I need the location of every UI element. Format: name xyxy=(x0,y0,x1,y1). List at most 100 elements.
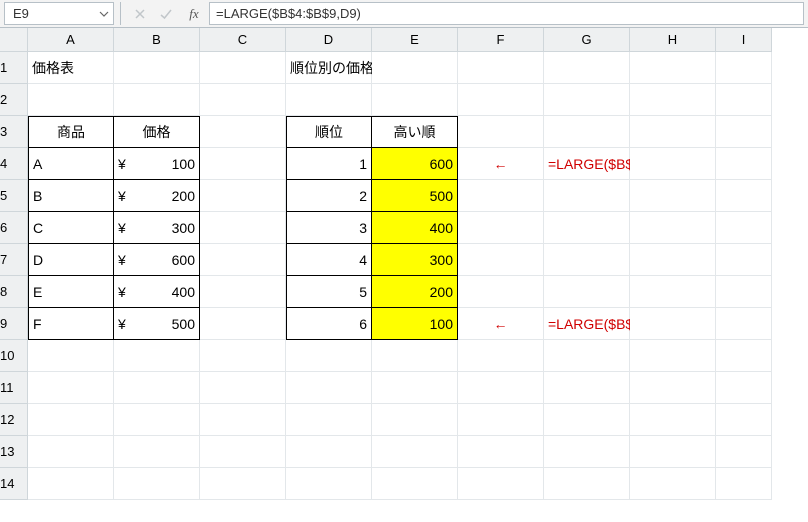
cell-E11[interactable] xyxy=(372,372,458,404)
cell-D9[interactable]: 6 xyxy=(286,308,372,340)
col-header-B[interactable]: B xyxy=(114,28,200,52)
cell-C12[interactable] xyxy=(200,404,286,436)
cell-I8[interactable] xyxy=(716,276,772,308)
cell-D1[interactable]: 順位別の価格 xyxy=(286,52,372,84)
cell-F4[interactable]: ← xyxy=(458,148,544,180)
cell-H2[interactable] xyxy=(630,84,716,116)
cell-H9[interactable] xyxy=(630,308,716,340)
cell-D3[interactable]: 順位 xyxy=(286,116,372,148)
cell-H1[interactable] xyxy=(630,52,716,84)
cell-I11[interactable] xyxy=(716,372,772,404)
col-header-G[interactable]: G xyxy=(544,28,630,52)
cell-I5[interactable] xyxy=(716,180,772,212)
cell-H8[interactable] xyxy=(630,276,716,308)
cell-A9[interactable]: F xyxy=(28,308,114,340)
cell-D6[interactable]: 3 xyxy=(286,212,372,244)
cell-B1[interactable] xyxy=(114,52,200,84)
cell-A10[interactable] xyxy=(28,340,114,372)
cell-C6[interactable] xyxy=(200,212,286,244)
cell-B4[interactable]: ¥100 xyxy=(114,148,200,180)
cell-H13[interactable] xyxy=(630,436,716,468)
cell-C5[interactable] xyxy=(200,180,286,212)
row-header-12[interactable]: 12 xyxy=(0,404,28,436)
row-header-8[interactable]: 8 xyxy=(0,276,28,308)
cell-C10[interactable] xyxy=(200,340,286,372)
cell-H3[interactable] xyxy=(630,116,716,148)
row-header-3[interactable]: 3 xyxy=(0,116,28,148)
col-header-A[interactable]: A xyxy=(28,28,114,52)
cell-I6[interactable] xyxy=(716,212,772,244)
cell-C3[interactable] xyxy=(200,116,286,148)
cell-I4[interactable] xyxy=(716,148,772,180)
cell-G2[interactable] xyxy=(544,84,630,116)
cell-C11[interactable] xyxy=(200,372,286,404)
row-header-6[interactable]: 6 xyxy=(0,212,28,244)
cell-G11[interactable] xyxy=(544,372,630,404)
col-header-E[interactable]: E xyxy=(372,28,458,52)
cell-I3[interactable] xyxy=(716,116,772,148)
select-all-corner[interactable] xyxy=(0,28,28,52)
cell-G8[interactable] xyxy=(544,276,630,308)
cell-G13[interactable] xyxy=(544,436,630,468)
cell-F7[interactable] xyxy=(458,244,544,276)
column-headers[interactable]: ABCDEFGHI xyxy=(28,28,772,52)
cell-D4[interactable]: 1 xyxy=(286,148,372,180)
cell-G10[interactable] xyxy=(544,340,630,372)
cell-F12[interactable] xyxy=(458,404,544,436)
cell-B2[interactable] xyxy=(114,84,200,116)
chevron-down-icon[interactable] xyxy=(99,9,109,19)
cell-D10[interactable] xyxy=(286,340,372,372)
cell-I1[interactable] xyxy=(716,52,772,84)
cell-A14[interactable] xyxy=(28,468,114,500)
col-header-I[interactable]: I xyxy=(716,28,772,52)
cell-E8[interactable]: 200 xyxy=(372,276,458,308)
cell-C2[interactable] xyxy=(200,84,286,116)
cell-F8[interactable] xyxy=(458,276,544,308)
cell-B10[interactable] xyxy=(114,340,200,372)
cell-C7[interactable] xyxy=(200,244,286,276)
cell-E14[interactable] xyxy=(372,468,458,500)
row-header-7[interactable]: 7 xyxy=(0,244,28,276)
cell-E13[interactable] xyxy=(372,436,458,468)
cell-B11[interactable] xyxy=(114,372,200,404)
cell-I13[interactable] xyxy=(716,436,772,468)
cell-I10[interactable] xyxy=(716,340,772,372)
cell-H7[interactable] xyxy=(630,244,716,276)
cell-A11[interactable] xyxy=(28,372,114,404)
row-header-14[interactable]: 14 xyxy=(0,468,28,500)
cell-F5[interactable] xyxy=(458,180,544,212)
cell-G4[interactable]: =LARGE($B$4:$B$9,D4) xyxy=(544,148,630,180)
cell-F11[interactable] xyxy=(458,372,544,404)
cell-E9[interactable]: 100 xyxy=(372,308,458,340)
cell-D2[interactable] xyxy=(286,84,372,116)
cell-I9[interactable] xyxy=(716,308,772,340)
cell-A1[interactable]: 価格表 xyxy=(28,52,114,84)
row-header-10[interactable]: 10 xyxy=(0,340,28,372)
row-header-5[interactable]: 5 xyxy=(0,180,28,212)
cell-I7[interactable] xyxy=(716,244,772,276)
col-header-D[interactable]: D xyxy=(286,28,372,52)
cell-F2[interactable] xyxy=(458,84,544,116)
cell-H4[interactable] xyxy=(630,148,716,180)
cell-B6[interactable]: ¥300 xyxy=(114,212,200,244)
col-header-C[interactable]: C xyxy=(200,28,286,52)
cell-A13[interactable] xyxy=(28,436,114,468)
cell-I12[interactable] xyxy=(716,404,772,436)
cell-C1[interactable] xyxy=(200,52,286,84)
cell-F3[interactable] xyxy=(458,116,544,148)
cell-G1[interactable] xyxy=(544,52,630,84)
cell-E5[interactable]: 500 xyxy=(372,180,458,212)
cell-G6[interactable] xyxy=(544,212,630,244)
cell-G12[interactable] xyxy=(544,404,630,436)
cell-E1[interactable] xyxy=(372,52,458,84)
cell-F13[interactable] xyxy=(458,436,544,468)
cell-G14[interactable] xyxy=(544,468,630,500)
cell-H10[interactable] xyxy=(630,340,716,372)
cell-H14[interactable] xyxy=(630,468,716,500)
cell-F9[interactable]: ← xyxy=(458,308,544,340)
col-header-F[interactable]: F xyxy=(458,28,544,52)
cell-A5[interactable]: B xyxy=(28,180,114,212)
row-header-1[interactable]: 1 xyxy=(0,52,28,84)
insert-function-icon[interactable]: fx xyxy=(179,0,209,27)
cell-G3[interactable] xyxy=(544,116,630,148)
